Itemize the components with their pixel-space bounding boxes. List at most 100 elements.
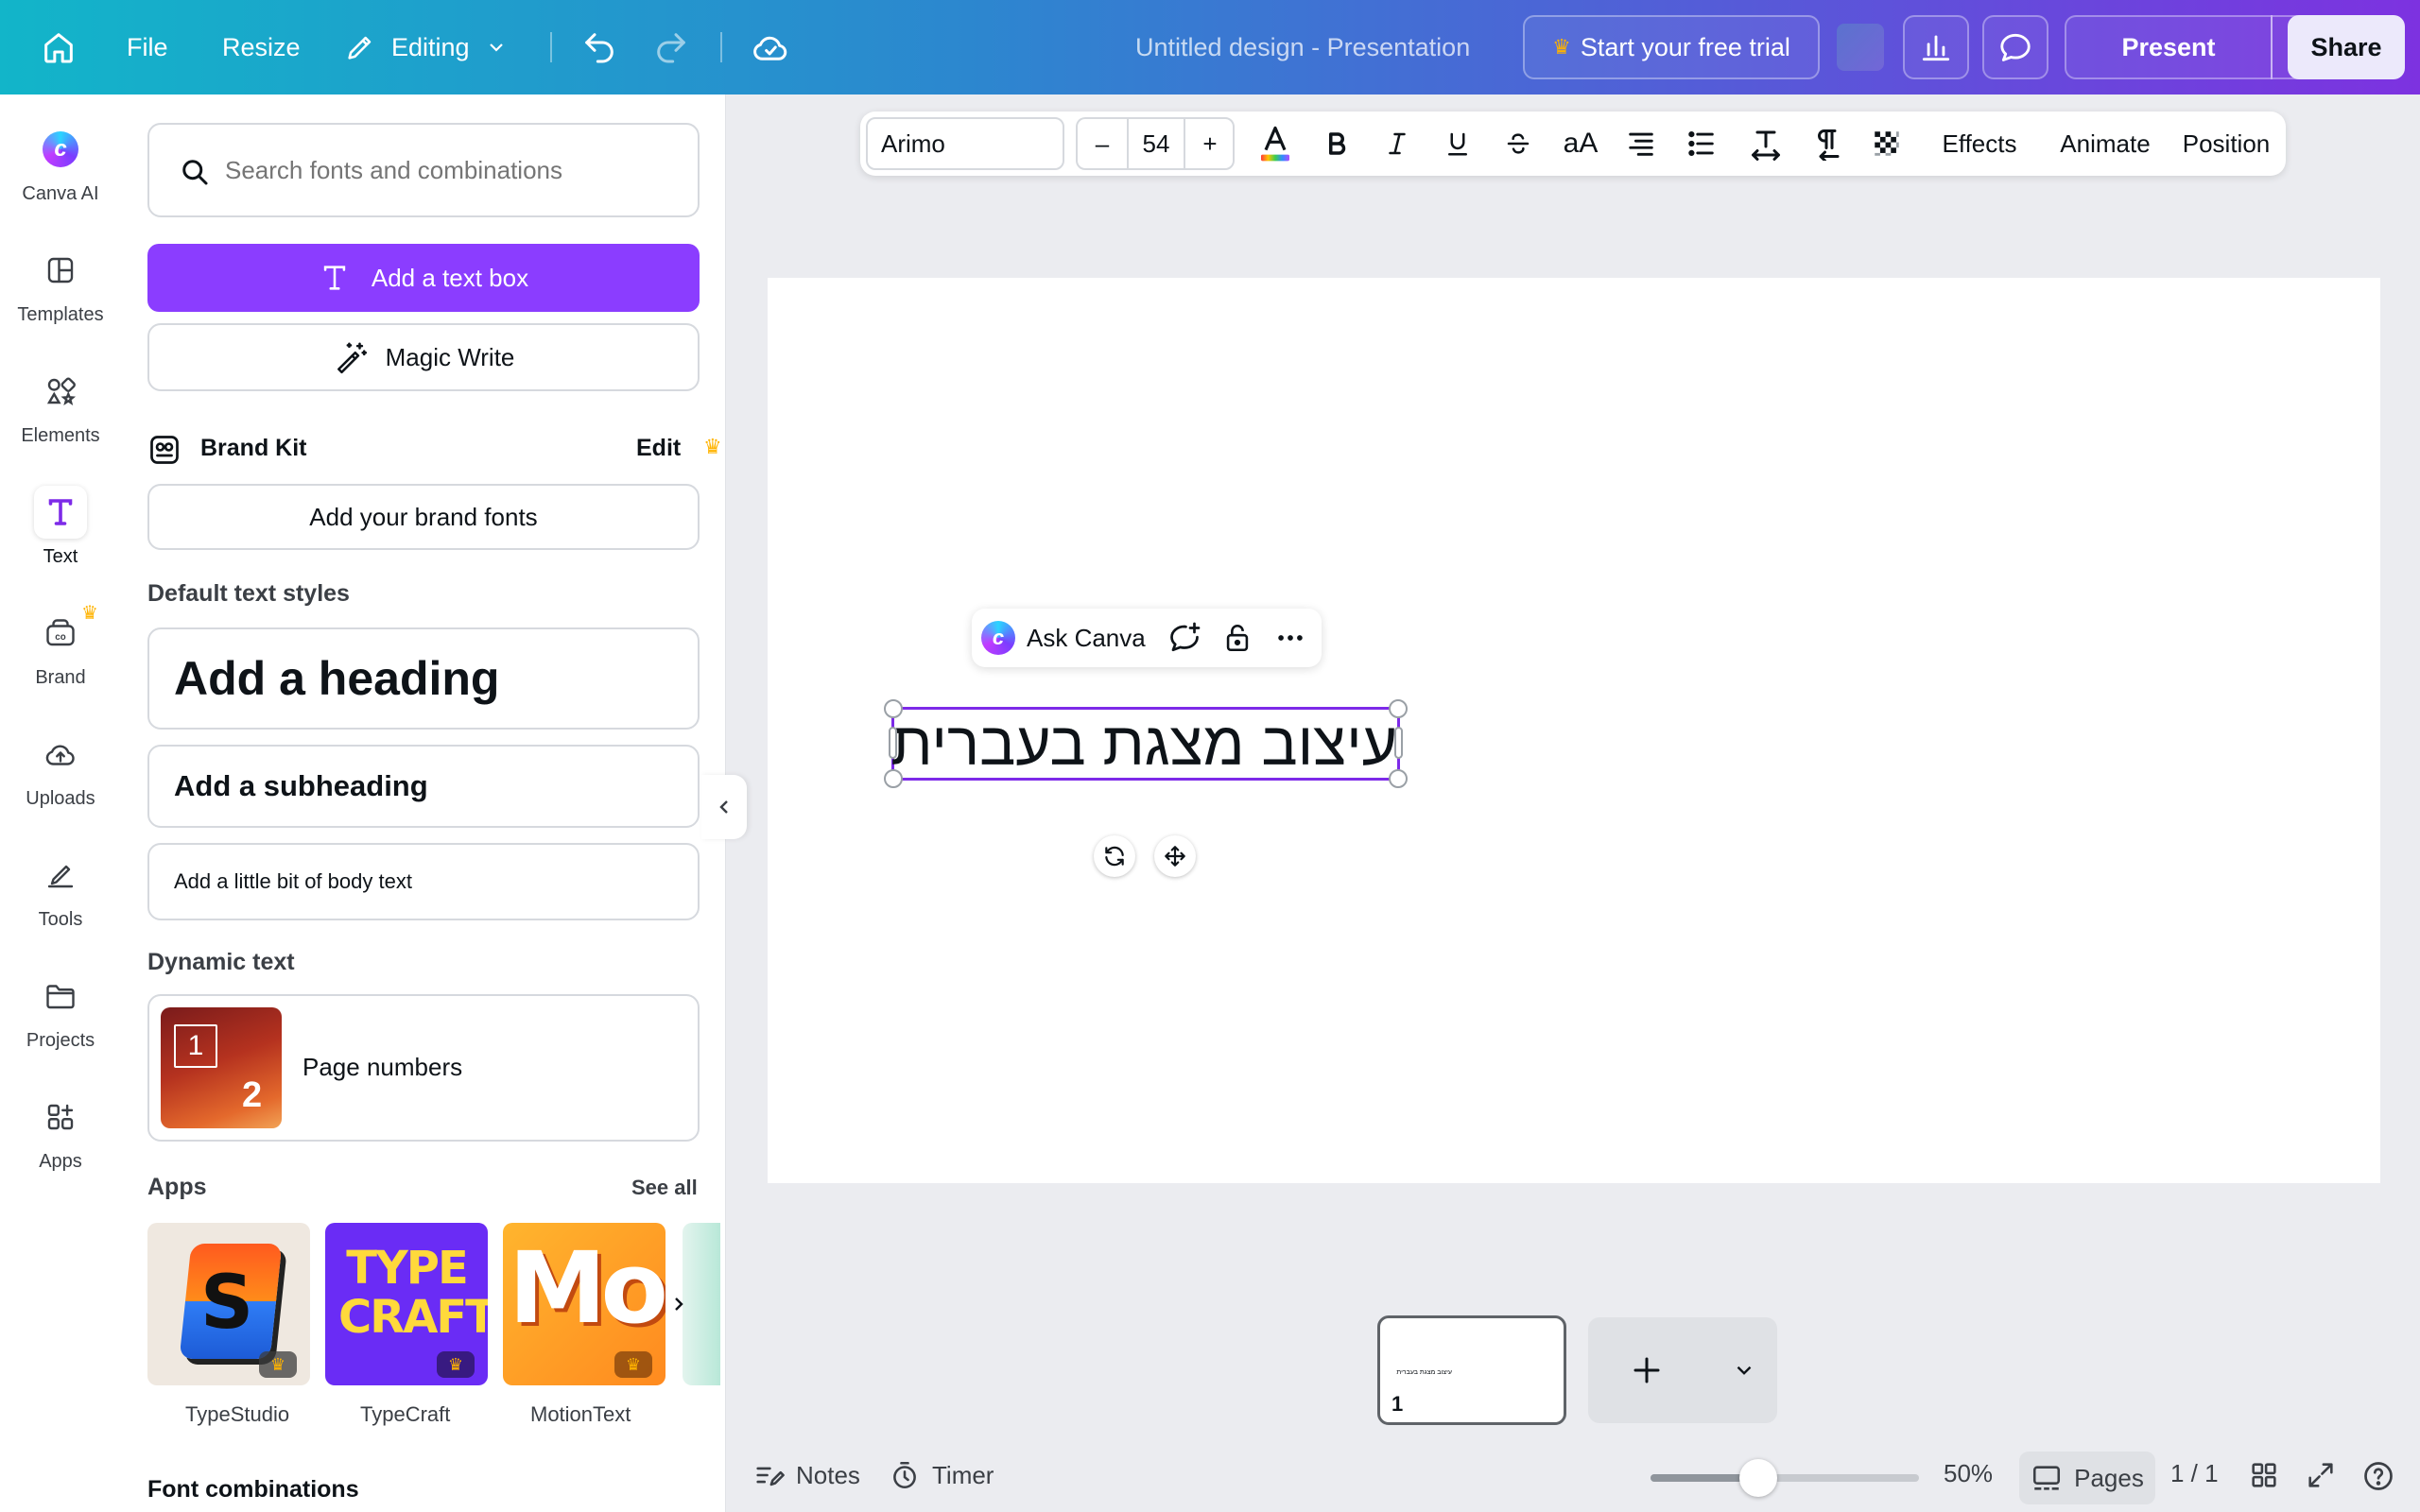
underline-button[interactable]: [1431, 112, 1484, 176]
default-text-styles-heading: Default text styles: [147, 580, 350, 607]
add-subheading-label: Add a subheading: [174, 769, 428, 802]
design-title[interactable]: Untitled design - Presentation: [1135, 0, 1470, 94]
more-options-button[interactable]: [1269, 618, 1312, 658]
comment-icon: [2000, 33, 2031, 61]
font-search-input[interactable]: [225, 151, 679, 189]
text-color-button[interactable]: [1250, 112, 1301, 176]
add-heading-button[interactable]: Add a heading: [147, 627, 700, 730]
ask-canva-button[interactable]: c Ask Canva: [981, 609, 1146, 667]
grid-view-button[interactable]: [2248, 1459, 2280, 1491]
font-family-select[interactable]: Arimo: [866, 117, 1064, 170]
increase-font-size-button[interactable]: +: [1184, 119, 1235, 168]
font-size-input[interactable]: 54: [1129, 119, 1184, 168]
spacing-button[interactable]: [1737, 112, 1794, 176]
font-search-field[interactable]: [147, 123, 700, 217]
apps-next-button[interactable]: [662, 1287, 696, 1321]
brand-kit-edit-link[interactable]: Edit: [636, 435, 681, 462]
notes-icon: [756, 1467, 785, 1486]
timer-icon: [893, 1461, 916, 1489]
home-button[interactable]: [40, 0, 78, 94]
transparency-button[interactable]: [1858, 112, 1915, 176]
selected-text-box[interactable]: עיצוב מצגת בעברית: [884, 699, 1408, 788]
resize-handle-left[interactable]: [889, 727, 897, 759]
see-all-apps-link[interactable]: See all: [631, 1176, 698, 1200]
rotate-handle[interactable]: [1094, 835, 1135, 877]
timer-label: Timer: [932, 1460, 994, 1489]
hebrew-text[interactable]: עיצוב מצגת בעברית: [890, 710, 1397, 778]
strikethrough-button[interactable]: [1492, 112, 1545, 176]
effects-button[interactable]: Effects: [1923, 112, 2036, 176]
save-status-button[interactable]: [751, 0, 790, 94]
add-brand-fonts-button[interactable]: Add your brand fonts: [147, 484, 700, 550]
file-menu[interactable]: File: [127, 0, 168, 94]
page-thumbnail[interactable]: עיצוב מצגת בעברית 1: [1377, 1315, 1566, 1425]
add-comment-button[interactable]: [1163, 618, 1206, 658]
notes-button[interactable]: Notes: [752, 1459, 860, 1491]
typecraft-logo: TYPE CRAFT: [338, 1242, 488, 1344]
lock-button[interactable]: [1216, 618, 1259, 658]
app-tile-label: TypeStudio: [185, 1402, 290, 1426]
app-tile-motiontext[interactable]: Mo ♛: [503, 1223, 666, 1385]
resize-handle-bottom-right[interactable]: [1389, 769, 1408, 788]
zoom-level-value: 50%: [1944, 1459, 1994, 1487]
chevron-right-icon: [675, 1297, 683, 1311]
resize-handle-top-right[interactable]: [1389, 699, 1408, 718]
resize-menu[interactable]: Resize: [222, 0, 301, 94]
bold-button[interactable]: [1310, 112, 1363, 176]
zoom-slider[interactable]: [1651, 1459, 1919, 1497]
present-button[interactable]: Present: [2065, 15, 2273, 79]
undo-button[interactable]: [580, 0, 618, 94]
pages-view-button[interactable]: Pages: [2019, 1452, 2155, 1504]
collapse-panel-button[interactable]: [701, 775, 747, 839]
resize-handle-right[interactable]: [1394, 727, 1403, 759]
page-numbers-button[interactable]: 1 2 Page numbers: [147, 994, 700, 1142]
add-text-box-button[interactable]: Add a text box: [147, 244, 700, 312]
letter-case-button[interactable]: aA: [1552, 112, 1609, 176]
add-subheading-button[interactable]: Add a subheading: [147, 745, 700, 828]
rail-item-elements[interactable]: Elements: [0, 365, 121, 469]
help-icon: [2364, 1462, 2393, 1490]
timer-button[interactable]: Timer: [889, 1459, 994, 1491]
cloud-check-icon: [753, 36, 787, 60]
avatar[interactable]: [1834, 15, 1887, 79]
resize-handle-bottom-left[interactable]: [884, 769, 903, 788]
left-rail: c Canva AI Templates Elements Text ♛ co …: [0, 94, 121, 1512]
help-button[interactable]: [2361, 1459, 2395, 1493]
move-handle[interactable]: [1154, 835, 1196, 877]
italic-button[interactable]: [1371, 112, 1424, 176]
text-align-button[interactable]: [1613, 112, 1669, 176]
fullscreen-button[interactable]: [2305, 1459, 2337, 1491]
font-combinations-heading: Font combinations: [147, 1476, 359, 1503]
rail-item-tools[interactable]: Tools: [0, 849, 121, 953]
add-page-options-button[interactable]: [1711, 1317, 1777, 1423]
position-button[interactable]: Position: [2172, 112, 2280, 176]
rail-item-brand[interactable]: ♛ co Brand: [0, 603, 121, 711]
magic-write-button[interactable]: Magic Write: [147, 323, 700, 391]
app-tile-typecraft[interactable]: TYPE CRAFT ♛: [325, 1223, 488, 1385]
list-button[interactable]: [1673, 112, 1730, 176]
animate-button[interactable]: Animate: [2042, 112, 2169, 176]
rail-item-templates[interactable]: Templates: [0, 244, 121, 348]
resize-handle-top-left[interactable]: [884, 699, 903, 718]
free-trial-button[interactable]: ♛ Start your free trial: [1523, 15, 1820, 79]
add-body-text-button[interactable]: Add a little bit of body text: [147, 843, 700, 920]
font-size-stepper: – 54 +: [1076, 117, 1235, 170]
font-family-value: Arimo: [881, 129, 945, 158]
rail-item-canva-ai[interactable]: c Canva AI: [0, 123, 121, 227]
editing-mode-button[interactable]: Editing: [344, 0, 508, 94]
zoom-level[interactable]: 50%: [1944, 1459, 2000, 1488]
rail-item-apps[interactable]: Apps: [0, 1091, 121, 1194]
decrease-font-size-button[interactable]: –: [1078, 119, 1129, 168]
comments-button[interactable]: [1982, 15, 2048, 79]
zoom-slider-thumb[interactable]: [1738, 1459, 1777, 1497]
share-button[interactable]: Share: [2288, 15, 2405, 79]
redo-button[interactable]: [652, 0, 690, 94]
rail-item-text[interactable]: Text: [0, 486, 121, 590]
page-count[interactable]: 1 / 1: [2170, 1459, 2219, 1488]
text-direction-button[interactable]: [1798, 112, 1855, 176]
rail-item-uploads[interactable]: Uploads: [0, 728, 121, 832]
insights-button[interactable]: [1903, 15, 1969, 79]
app-tile-typestudio[interactable]: S ♛: [147, 1223, 310, 1385]
rail-item-projects[interactable]: Projects: [0, 970, 121, 1074]
add-page-button[interactable]: [1588, 1317, 1705, 1423]
